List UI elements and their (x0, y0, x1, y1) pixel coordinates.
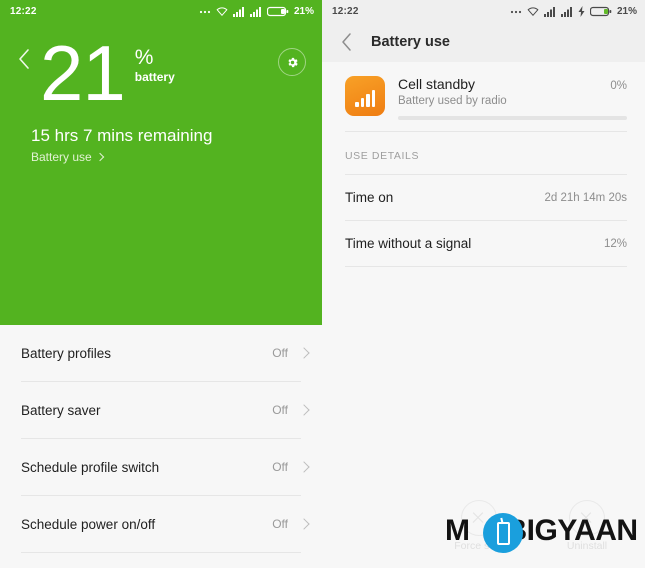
page-title: Battery use (371, 34, 450, 50)
sidebar-item-schedule-profile-switch[interactable]: Schedule profile switch Off (0, 439, 322, 495)
row-value: Off (272, 517, 288, 531)
usage-progress-bar (398, 116, 627, 120)
row-label: Battery profiles (21, 345, 112, 361)
battery-percent-display: 21 % battery (40, 30, 175, 116)
app-description: Battery used by radio (398, 95, 507, 107)
left-status-bar: 12:22 21% (0, 0, 322, 22)
app-title-row: Cell standby 0% (398, 76, 627, 92)
remaining-time-text: 15 hrs 7 mins remaining (31, 126, 213, 145)
app-usage-percent: 0% (610, 80, 627, 92)
status-bar-icons: 21% (199, 5, 314, 17)
detail-label: Time on (345, 190, 394, 205)
close-circle-icon (461, 500, 497, 536)
right-status-bar: 12:22 21% (322, 0, 645, 22)
section-header-use-details: USE DETAILS (345, 150, 420, 162)
force-stop-label: Force stop (454, 540, 504, 552)
sidebar-item-battery-profiles[interactable]: Battery profiles Off (0, 325, 322, 381)
row-trailing: Off (272, 517, 310, 531)
dual-screenshot: 12:22 21% 21 % battery 15 hrs 7 mins rem… (0, 0, 645, 568)
detail-value: 12% (603, 237, 627, 250)
signal-sim1-icon (232, 6, 244, 17)
bottom-action-bar: Force stop Uninstall (442, 500, 624, 552)
uninstall-button[interactable]: Uninstall (550, 500, 624, 552)
more-dots-icon (510, 10, 522, 14)
app-usage-card[interactable]: Cell standby 0% Battery used by radio (322, 62, 645, 120)
detail-divider (345, 266, 627, 267)
battery-icon (589, 6, 612, 16)
row-value: Off (272, 460, 288, 474)
back-button[interactable] (340, 31, 360, 53)
chevron-right-icon (298, 347, 310, 359)
close-circle-icon (569, 500, 605, 536)
uninstall-label: Uninstall (566, 540, 608, 552)
wifi-icon (216, 6, 228, 16)
chevron-right-icon (298, 404, 310, 416)
back-button[interactable] (14, 46, 36, 72)
app-usage-card-inner: Cell standby 0% Battery used by radio (345, 76, 627, 120)
list-divider (21, 552, 301, 553)
settings-button[interactable] (278, 48, 306, 76)
signal-sim2-icon (560, 6, 572, 17)
chevron-left-icon (19, 49, 29, 69)
row-trailing: Off (272, 403, 310, 417)
battery-percent-label: % battery (134, 46, 175, 84)
chevron-right-icon (298, 518, 310, 530)
detail-row-time-without-signal: Time without a signal 12% (322, 221, 645, 266)
force-stop-button[interactable]: Force stop (442, 500, 516, 552)
app-bar: Battery use (322, 22, 645, 62)
signal-bars-glyph (355, 90, 375, 107)
row-label: Battery saver (21, 402, 101, 418)
status-bar-icons: 21% (510, 5, 637, 17)
row-label: Schedule power on/off (21, 516, 156, 532)
signal-bars-icon (345, 76, 385, 116)
row-value: Off (272, 403, 288, 417)
chevron-right-icon (95, 152, 104, 162)
app-name: Cell standby (398, 76, 476, 92)
battery-use-link-label: Battery use (31, 150, 92, 164)
status-bar-time: 12:22 (332, 5, 359, 17)
percent-sign: % (134, 46, 154, 69)
detail-label: Time without a signal (345, 236, 472, 251)
more-dots-icon (199, 10, 211, 14)
left-screen-battery-overview: 12:22 21% 21 % battery 15 hrs 7 mins rem… (0, 0, 322, 568)
right-screen-battery-use-detail: 12:22 21% Battery use Cell standby 0% Ba… (322, 0, 645, 568)
battery-settings-list: Battery profiles Off Battery saver Off S… (0, 325, 322, 553)
battery-icon (266, 6, 289, 16)
chevron-left-icon (342, 33, 351, 51)
charging-bolt-icon (578, 5, 585, 17)
status-bar-battery-percent: 21% (616, 5, 637, 17)
app-usage-card-body: Cell standby 0% Battery used by radio (398, 76, 627, 120)
signal-sim2-icon (249, 6, 261, 17)
signal-sim1-icon (543, 6, 555, 17)
sidebar-item-schedule-power-on-off[interactable]: Schedule power on/off Off (0, 496, 322, 552)
sidebar-item-battery-saver[interactable]: Battery saver Off (0, 382, 322, 438)
row-value: Off (272, 346, 288, 360)
battery-percent-number: 21 (40, 29, 126, 117)
detail-row-time-on: Time on 2d 21h 14m 20s (322, 175, 645, 220)
battery-use-link[interactable]: Battery use (31, 150, 104, 164)
status-bar-time: 12:22 (10, 5, 37, 17)
status-bar-battery-percent: 21% (293, 5, 314, 17)
chevron-right-icon (298, 461, 310, 473)
battery-hero-panel: 21 % battery 15 hrs 7 mins remaining Bat… (0, 22, 322, 325)
row-trailing: Off (272, 460, 310, 474)
detail-value: 2d 21h 14m 20s (544, 191, 627, 204)
gear-icon (287, 57, 298, 67)
wifi-icon (527, 6, 539, 16)
row-trailing: Off (272, 346, 310, 360)
row-label: Schedule profile switch (21, 459, 160, 475)
battery-word: battery (134, 70, 175, 84)
